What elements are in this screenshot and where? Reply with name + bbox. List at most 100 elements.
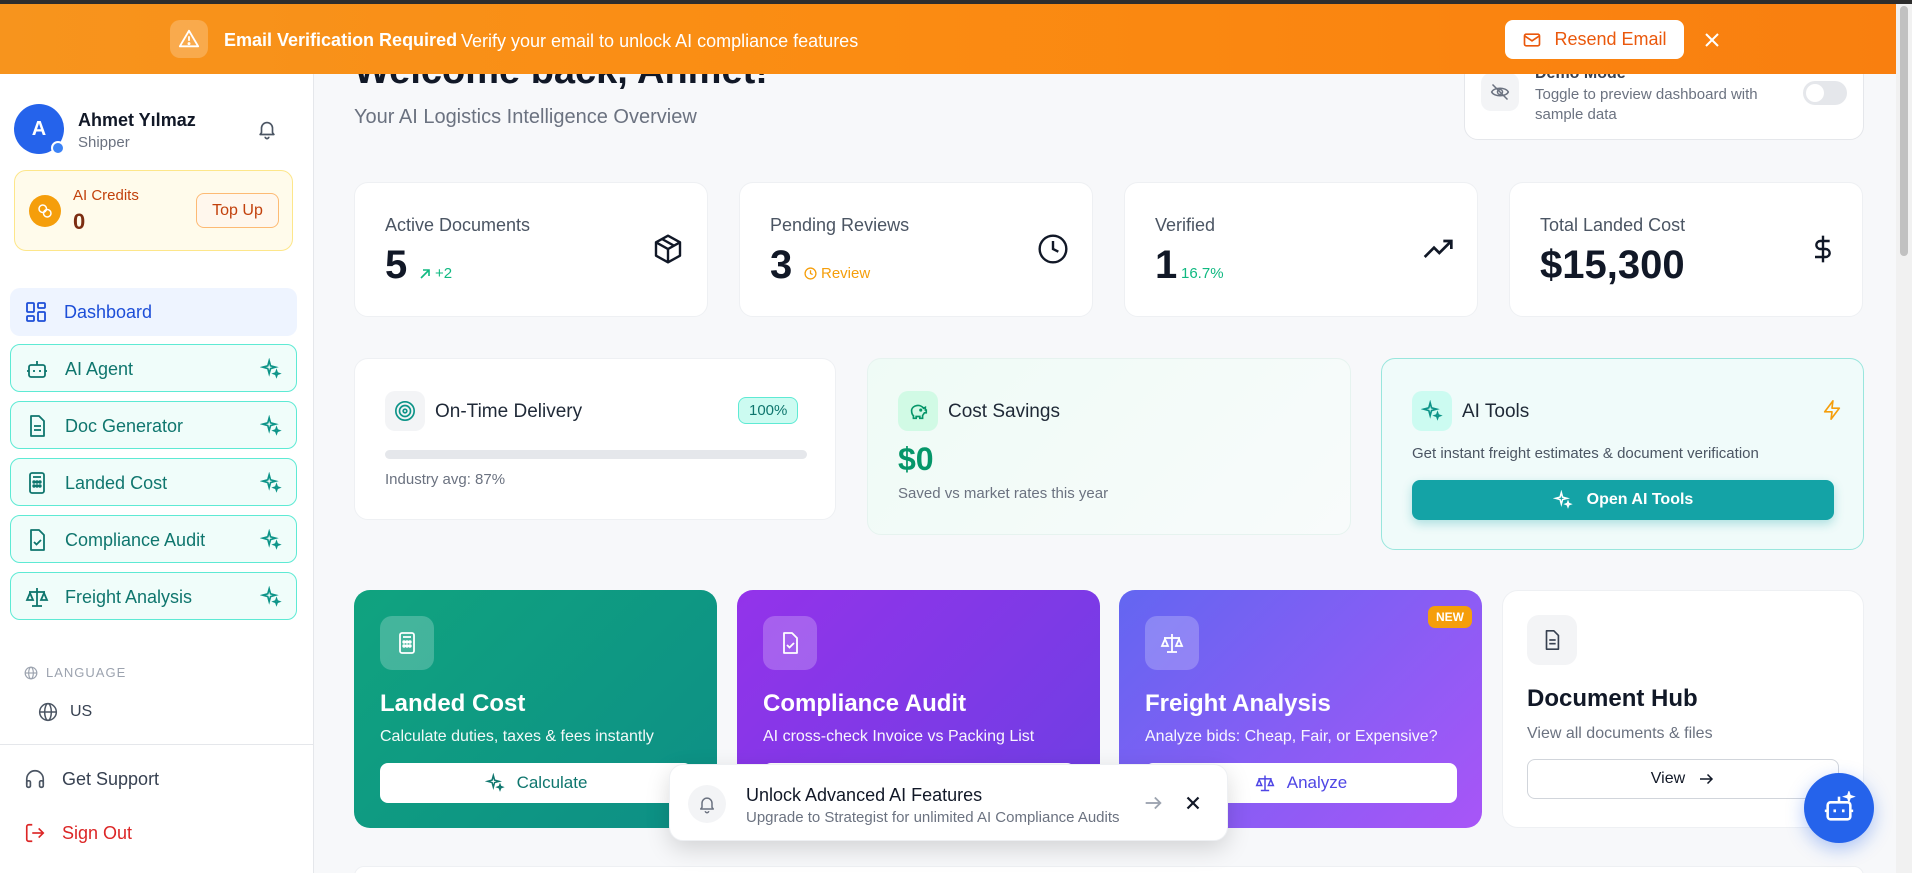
sidebar-item-label: Freight Analysis <box>65 587 193 607</box>
sidebar-item-doc-generator[interactable]: Doc Generator <box>10 401 297 449</box>
resend-email-button[interactable]: Resend Email <box>1505 20 1684 59</box>
top-up-button[interactable]: Top Up <box>196 193 279 228</box>
scale-icon <box>25 588 49 607</box>
view-documents-button[interactable]: View <box>1527 759 1839 799</box>
page-subtitle: Your AI Logistics Intelligence Overview <box>354 106 697 128</box>
window-top-edge <box>0 0 1912 4</box>
notifications-bell-icon[interactable] <box>256 118 280 142</box>
feature-title: Landed Cost <box>380 690 526 717</box>
sparkles-icon <box>260 586 282 607</box>
arrow-right-icon <box>1700 773 1714 785</box>
sparkles-icon <box>260 358 282 379</box>
language-selector[interactable]: US <box>38 702 92 722</box>
feature-card-landed-cost[interactable]: Landed Cost Calculate duties, taxes & fe… <box>354 590 717 828</box>
clock-icon <box>1038 234 1068 264</box>
banner-title: Email Verification Required <box>224 30 458 50</box>
arrow-right-icon[interactable] <box>1142 792 1164 814</box>
stat-label: Pending Reviews <box>770 215 910 235</box>
stat-status: Review <box>804 265 870 282</box>
resend-email-label: Resend Email <box>1554 29 1667 49</box>
lightning-icon <box>1823 400 1841 420</box>
sidebar-item-landed-cost[interactable]: Landed Cost <box>10 458 297 506</box>
view-label: View <box>1650 770 1686 787</box>
mail-icon <box>1524 32 1541 47</box>
ai-credits-label: AI Credits <box>73 187 139 204</box>
bot-icon <box>1824 791 1856 821</box>
close-icon <box>1705 33 1719 47</box>
sparkles-icon <box>260 472 282 493</box>
avatar-initial: A <box>31 117 47 140</box>
language-value: US <box>70 703 93 720</box>
document-icon <box>1527 615 1577 665</box>
bell-icon <box>688 785 726 823</box>
sidebar-item-freight-analysis[interactable]: Freight Analysis <box>10 572 297 620</box>
new-badge: NEW <box>1428 606 1472 628</box>
headphones-icon <box>25 770 45 789</box>
language-heading-label: LANGUAGE <box>46 665 127 680</box>
stat-card-verified[interactable]: Verified 1 16.7% <box>1124 182 1478 317</box>
stat-value: $15,300 <box>1540 243 1685 287</box>
scale-icon <box>1255 775 1275 792</box>
stat-trend: +2 <box>419 265 452 282</box>
warning-icon <box>170 20 208 58</box>
stat-label: Active Documents <box>385 215 531 235</box>
piggy-bank-icon <box>898 391 938 431</box>
stat-value: 5 <box>385 243 408 287</box>
feature-title: Freight Analysis <box>1145 690 1331 717</box>
sidebar-item-label: Compliance Audit <box>65 530 206 550</box>
online-status-dot <box>51 141 65 155</box>
sidebar-item-dashboard[interactable]: Dashboard <box>10 288 297 336</box>
get-support-link[interactable]: Get Support <box>24 768 159 790</box>
feature-title: Compliance Audit <box>763 690 967 717</box>
stat-value: 3 <box>770 243 793 287</box>
dollar-icon <box>1815 235 1831 263</box>
user-role: Shipper <box>78 134 130 151</box>
sidebar-item-label: Dashboard <box>64 302 153 322</box>
eye-off-icon <box>1481 73 1519 111</box>
ai-assistant-bot-button[interactable] <box>1804 773 1874 843</box>
file-check-icon <box>30 529 45 551</box>
avatar[interactable]: A <box>14 104 65 155</box>
bot-icon <box>27 361 47 378</box>
calculator-icon <box>380 616 434 670</box>
stat-percentage-value: 16.7% <box>1181 265 1224 282</box>
get-support-label: Get Support <box>62 768 160 789</box>
on-time-delivery-title: On-Time Delivery <box>435 401 583 422</box>
stat-label: Total Landed Cost <box>1540 215 1686 235</box>
stat-percentage: 16.7% <box>1181 265 1224 282</box>
feature-description: Analyze bids: Cheap, Fair, or Expensive? <box>1145 728 1438 745</box>
sidebar-item-label: Landed Cost <box>65 473 168 493</box>
sidebar-item-ai-agent[interactable]: AI Agent <box>10 344 297 392</box>
on-time-delivery-badge: 100% <box>738 397 799 424</box>
user-name: Ahmet Yılmaz <box>78 110 196 130</box>
stat-card-total-landed-cost[interactable]: Total Landed Cost $15,300 <box>1509 182 1863 317</box>
stat-card-pending-reviews[interactable]: Pending Reviews 3 Review <box>739 182 1093 317</box>
close-banner-button[interactable] <box>1700 28 1724 52</box>
sparkles-icon <box>484 773 505 792</box>
sidebar-item-compliance-audit[interactable]: Compliance Audit <box>10 515 297 563</box>
language-heading: LANGUAGE <box>24 665 126 680</box>
feature-description: AI cross-check Invoice vs Packing List <box>763 728 1035 745</box>
feature-description: Calculate duties, taxes & fees instantly <box>380 728 654 745</box>
sparkles-icon <box>260 415 282 436</box>
sidebar: A Ahmet Yılmaz Shipper AI Credits 0 Top … <box>0 74 314 873</box>
target-icon <box>385 391 425 431</box>
next-section-card <box>354 866 1864 873</box>
sign-out-link[interactable]: Sign Out <box>24 822 132 844</box>
calculate-button[interactable]: Calculate <box>380 763 692 803</box>
close-icon[interactable] <box>1182 792 1204 814</box>
cost-savings-title: Cost Savings <box>948 401 1060 422</box>
ai-tools-description: Get instant freight estimates & document… <box>1412 445 1759 462</box>
ai-credits-card: AI Credits 0 Top Up <box>14 170 293 251</box>
clock-small-icon <box>804 267 817 280</box>
open-ai-tools-label: Open AI Tools <box>1586 491 1694 508</box>
dashboard-grid-icon <box>26 302 46 322</box>
sparkles-icon <box>260 529 282 550</box>
scrollbar-thumb[interactable] <box>1900 6 1908 256</box>
stat-card-active-documents[interactable]: Active Documents 5 +2 <box>354 182 708 317</box>
cost-savings-card: Cost Savings $0 Saved vs market rates th… <box>867 358 1351 535</box>
demo-mode-toggle[interactable] <box>1803 81 1847 105</box>
open-ai-tools-button[interactable]: Open AI Tools <box>1412 480 1834 520</box>
toggle-knob <box>1806 84 1824 102</box>
page-scrollbar[interactable] <box>1896 0 1912 873</box>
